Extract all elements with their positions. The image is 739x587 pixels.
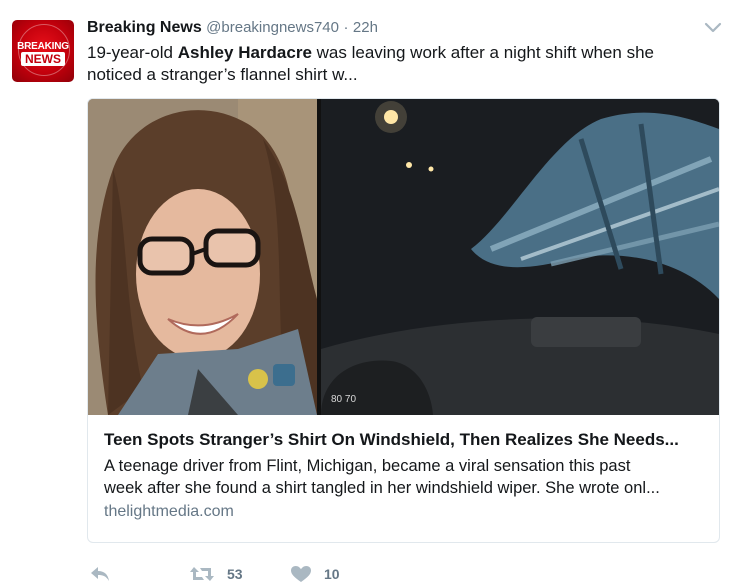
tweet-header: Breaking News @breakingnews740 · 22h: [87, 19, 378, 37]
tweet[interactable]: BREAKING NEWS Breaking News @breakingnew…: [0, 0, 739, 586]
retweet-icon: [190, 567, 214, 581]
author-name[interactable]: Breaking News: [87, 19, 202, 36]
card-image-teen-portrait: [88, 99, 317, 415]
tweet-text-line2: noticed a stranger’s flannel shirt w...: [87, 65, 358, 84]
tweet-text-bold-name: Ashley Hardacre: [177, 43, 312, 62]
like-count: 10: [324, 566, 340, 582]
card-body: Teen Spots Stranger’s Shirt On Windshiel…: [104, 429, 704, 521]
tweet-timestamp[interactable]: 22h: [353, 19, 378, 36]
avatar-label-news: NEWS: [21, 52, 65, 66]
retweet-count: 53: [227, 566, 243, 582]
like-button[interactable]: 10: [290, 565, 340, 583]
chevron-down-icon[interactable]: [704, 20, 722, 34]
tweet-actions: 53 10: [87, 565, 727, 587]
card-image-windshield: 80 70: [321, 99, 719, 415]
separator-dot: ·: [343, 19, 349, 36]
retweet-button[interactable]: 53: [189, 565, 243, 583]
avatar[interactable]: BREAKING NEWS: [12, 20, 74, 82]
author-handle[interactable]: @breakingnews740: [206, 19, 339, 36]
card-description: A teenage driver from Flint, Michigan, b…: [104, 455, 704, 499]
avatar-label-breaking: BREAKING: [17, 41, 69, 52]
svg-text:80 70: 80 70: [331, 394, 356, 405]
tweet-text: 19-year-old Ashley Hardacre was leaving …: [87, 42, 717, 86]
card-domain[interactable]: thelightmedia.com: [104, 503, 704, 521]
card-description-line: week after she found a shirt tangled in …: [104, 479, 660, 497]
link-card[interactable]: 80 70 Teen Spots Stranger’s Shirt On Win…: [87, 98, 720, 543]
card-title[interactable]: Teen Spots Stranger’s Shirt On Windshiel…: [104, 429, 704, 451]
card-description-line: A teenage driver from Flint, Michigan, b…: [104, 457, 631, 475]
reply-button[interactable]: [89, 565, 111, 583]
reply-icon: [91, 567, 109, 581]
tweet-text-segment: 19-year-old: [87, 43, 178, 62]
heart-icon: [291, 566, 311, 582]
tweet-text-segment: was leaving work after a night shift whe…: [311, 43, 654, 62]
